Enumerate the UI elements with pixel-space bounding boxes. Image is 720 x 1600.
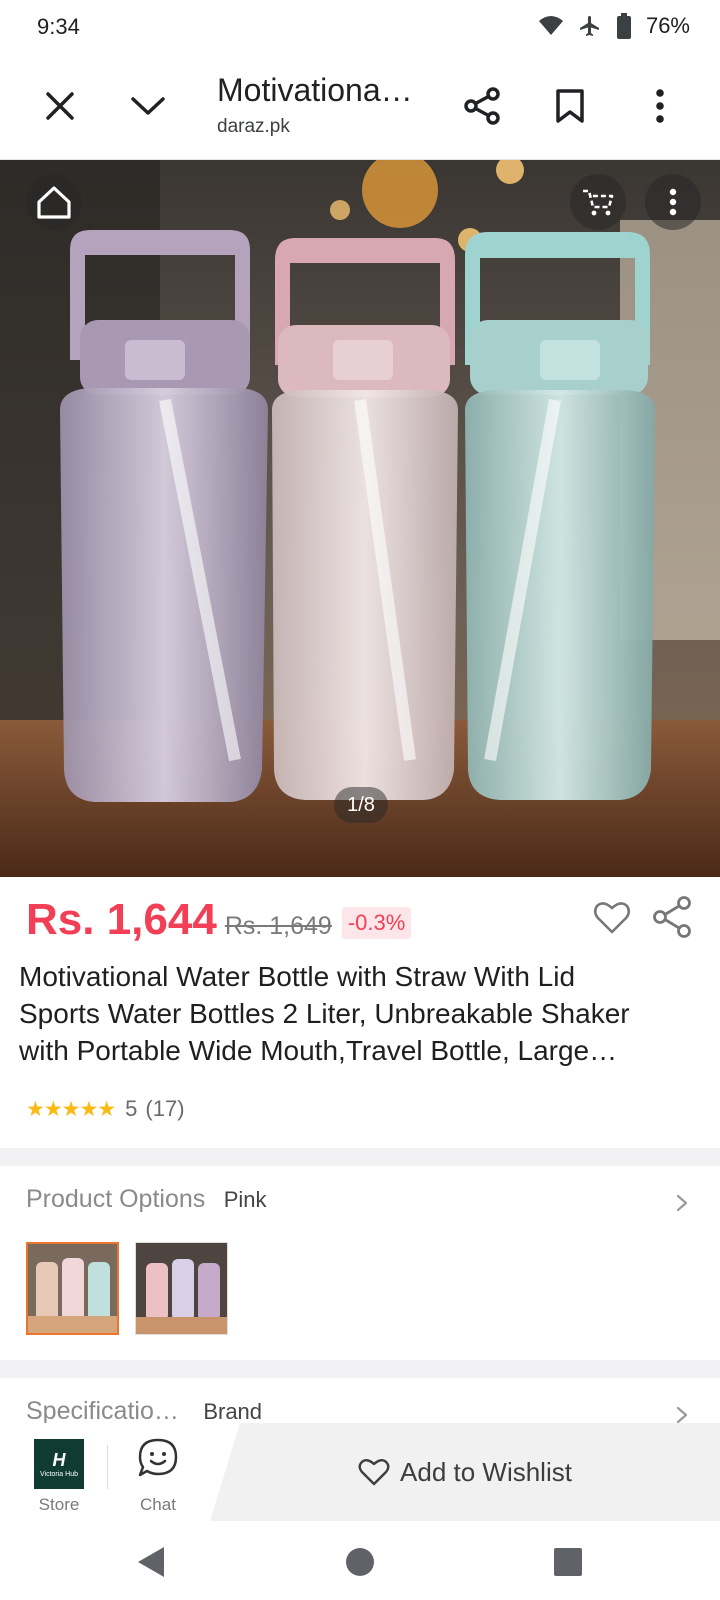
close-icon — [46, 92, 74, 120]
page-domain: daraz.pk — [217, 116, 290, 137]
star-rating: ★★★★★ — [26, 1097, 116, 1121]
cart-icon — [583, 189, 614, 216]
status-bar: 9:34 76% — [0, 0, 720, 52]
chat-button[interactable]: Chat — [121, 1435, 195, 1517]
original-price: Rs. 1,649 — [224, 912, 332, 940]
price-row: Rs. 1,644 Rs. 1,649 -0.3% — [26, 895, 412, 951]
product-title-line: Motivational Water Bottle with Straw Wit… — [19, 961, 576, 992]
heart-icon[interactable] — [592, 898, 632, 938]
home-button[interactable] — [26, 174, 82, 230]
product-title-line: with Portable Wide Mouth,Travel Bottle, … — [19, 1035, 618, 1066]
add-to-wishlist-button[interactable]: Add to Wishlist — [210, 1423, 720, 1521]
product-options-label: Product Options — [26, 1185, 206, 1213]
back-icon — [138, 1547, 164, 1577]
nav-back-button[interactable] — [124, 1535, 178, 1589]
store-logo-text: Victoria Hub — [39, 1471, 78, 1478]
store-button[interactable]: H Victoria Hub Store — [22, 1435, 96, 1517]
option-thumbnail[interactable] — [135, 1242, 228, 1335]
heart-icon — [358, 1459, 390, 1486]
home-nav-icon — [346, 1548, 374, 1576]
status-icons: 76% — [538, 12, 690, 40]
chat-label: Chat — [140, 1495, 176, 1514]
product-options-value: Pink — [223, 1187, 267, 1212]
section-divider — [0, 1148, 720, 1166]
chat-icon — [138, 1438, 178, 1477]
share-button[interactable] — [452, 76, 512, 136]
product-title: Motivational Water Bottle with Straw Wit… — [19, 958, 699, 1069]
bookmark-icon — [556, 89, 584, 123]
rating-score: 5 — [125, 1096, 138, 1121]
nav-home-button[interactable] — [333, 1535, 387, 1589]
bottom-action-bar: H Victoria Hub Store Chat Add to Wishlis… — [0, 1423, 720, 1521]
chevron-right-icon — [676, 1194, 688, 1212]
store-logo-mark: H — [52, 1450, 66, 1470]
home-icon — [37, 186, 71, 219]
wifi-icon — [538, 16, 563, 35]
more-vert-icon — [669, 188, 677, 216]
chevron-down-icon — [131, 97, 165, 115]
specifications-value: Brand — [203, 1399, 263, 1424]
nav-recents-button[interactable] — [541, 1535, 595, 1589]
status-time: 9:34 — [37, 14, 80, 39]
bookmark-button[interactable] — [540, 76, 600, 136]
wishlist-label: Add to Wishlist — [400, 1456, 572, 1487]
battery-icon — [616, 13, 631, 39]
close-button[interactable] — [30, 76, 90, 136]
more-vert-icon — [656, 89, 664, 123]
product-image-carousel[interactable]: 1/8 — [0, 160, 720, 877]
airplane-icon — [579, 16, 599, 36]
share-icon — [464, 87, 500, 125]
system-nav-bar — [0, 1521, 720, 1600]
product-photo — [0, 160, 720, 877]
minimize-button[interactable] — [118, 76, 178, 136]
store-label: Store — [38, 1495, 80, 1514]
image-more-button[interactable] — [645, 174, 701, 230]
discount-badge: -0.3% — [341, 907, 412, 939]
thumbnail-image — [28, 1244, 117, 1333]
more-options-button[interactable] — [630, 76, 690, 136]
rating-count: (17) — [145, 1096, 185, 1121]
rating-row[interactable]: ★★★★★ 5 (17) — [26, 1094, 185, 1124]
store-logo: H Victoria Hub — [34, 1439, 84, 1489]
specifications-label: Specificatio… — [26, 1397, 179, 1425]
product-title-line: Sports Water Bottles 2 Liter, Unbreakabl… — [19, 998, 630, 1029]
share-icon[interactable] — [650, 895, 694, 939]
thumbnail-image — [136, 1243, 227, 1334]
option-thumbnail-selected[interactable] — [26, 1242, 119, 1335]
chevron-right-icon — [676, 1406, 688, 1424]
battery-percent: 76% — [645, 13, 690, 38]
section-divider — [0, 1360, 720, 1378]
recents-icon — [554, 1548, 582, 1576]
action-divider — [107, 1445, 108, 1489]
current-price: Rs. 1,644 — [26, 895, 217, 944]
product-options-row[interactable]: Product Options Pink — [26, 1185, 696, 1221]
browser-toolbar: Motivationa… daraz.pk — [0, 52, 720, 160]
image-counter: 1/8 — [334, 787, 388, 823]
cart-button[interactable] — [570, 174, 626, 230]
page-title: Motivationa… — [217, 72, 413, 108]
